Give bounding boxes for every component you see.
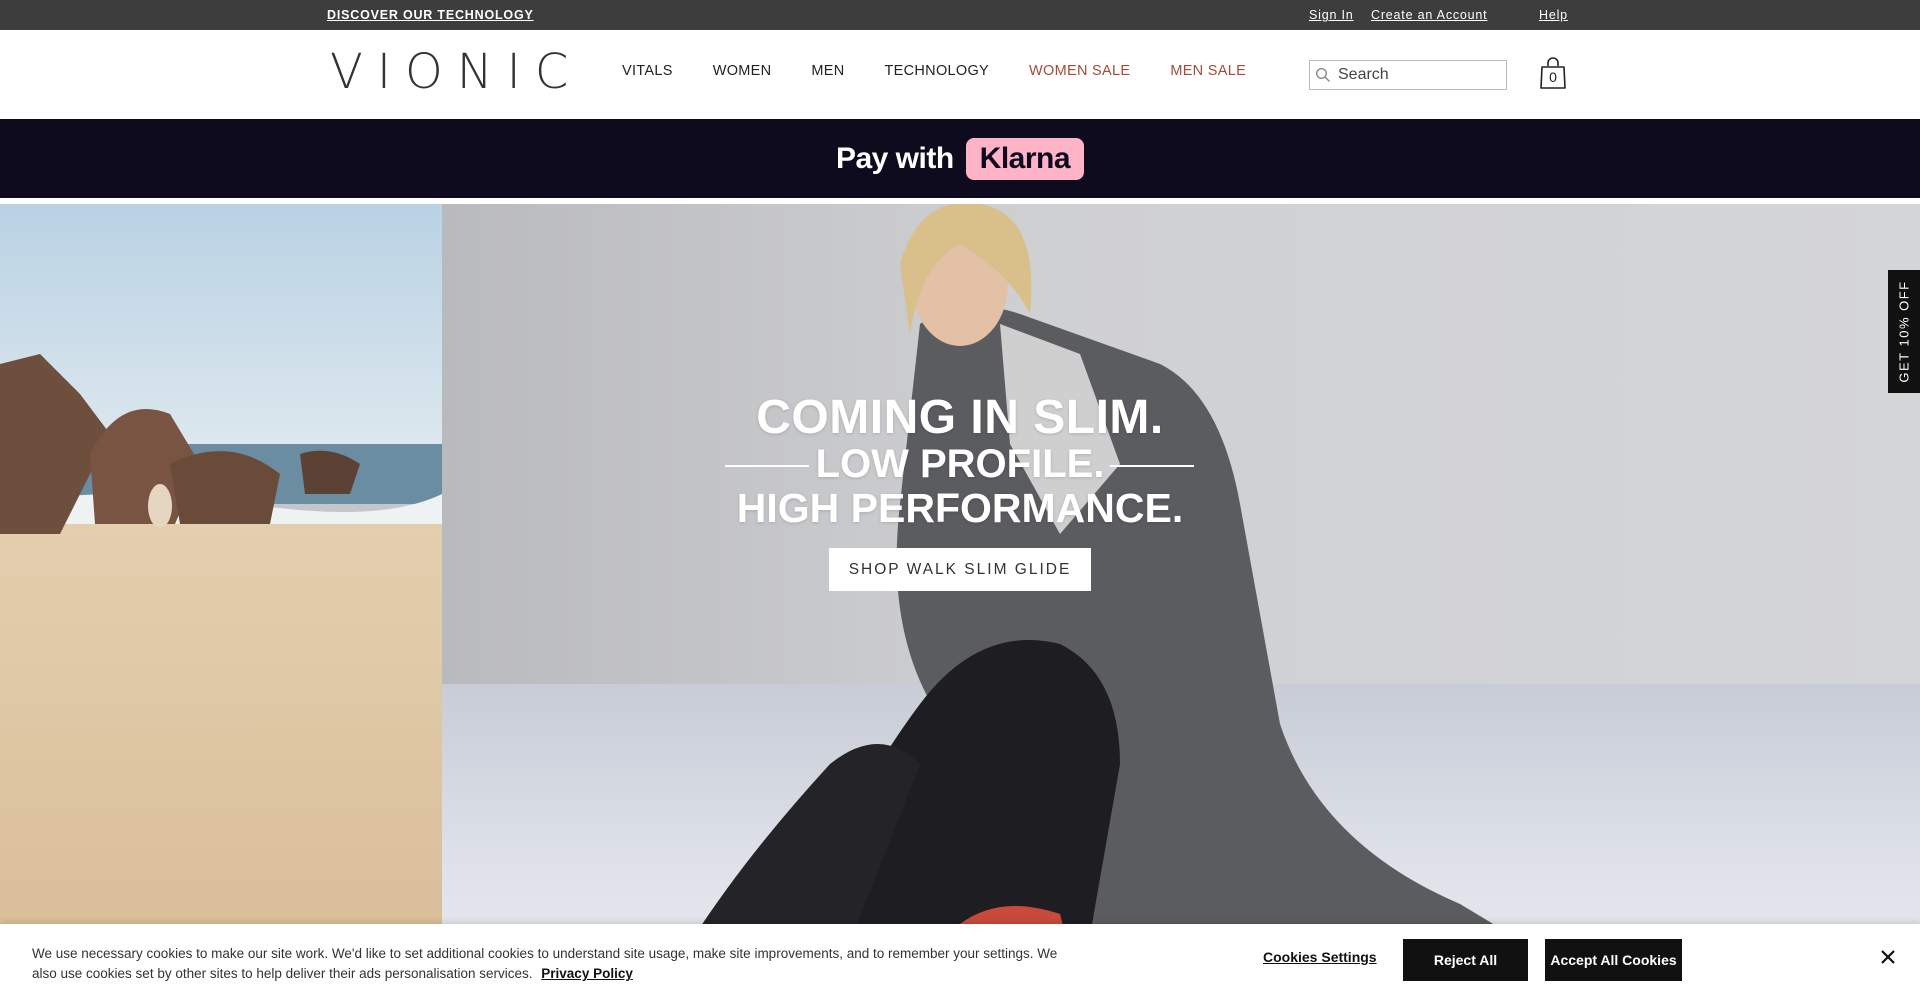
hero-line-2: LOW PROFILE. bbox=[815, 442, 1105, 486]
discover-technology-link[interactable]: DISCOVER OUR TECHNOLOGY bbox=[327, 8, 534, 22]
get-10-off-tab[interactable]: GET 10% OFF bbox=[1888, 270, 1920, 393]
get-10-off-label: GET 10% OFF bbox=[1896, 280, 1912, 383]
close-icon[interactable] bbox=[1877, 946, 1899, 968]
cart-button[interactable]: 0 bbox=[1539, 56, 1567, 90]
hero-headline: COMING IN SLIM. LOW PROFILE. HIGH PERFOR… bbox=[0, 394, 1920, 530]
hero-line-3: HIGH PERFORMANCE. bbox=[736, 485, 1184, 531]
search-input[interactable] bbox=[1336, 65, 1500, 85]
shop-walk-slim-glide-button[interactable]: SHOP WALK SLIM GLIDE bbox=[829, 548, 1091, 591]
cookies-settings-button[interactable]: Cookies Settings bbox=[1263, 949, 1377, 965]
nav-item-technology[interactable]: TECHNOLOGY bbox=[885, 63, 990, 79]
nav-item-men-sale[interactable]: MEN SALE bbox=[1170, 63, 1246, 79]
hero-rule-left bbox=[725, 465, 809, 467]
model-photo bbox=[660, 204, 1560, 993]
klarna-banner[interactable]: Pay with Klarna bbox=[0, 119, 1920, 198]
klarna-logo: Klarna bbox=[965, 137, 1085, 180]
sign-in-link[interactable]: Sign In bbox=[1309, 8, 1354, 22]
cart-count: 0 bbox=[1549, 69, 1557, 85]
site-header: VIONIC VITALS WOMEN MEN TECHNOLOGY WOMEN… bbox=[0, 30, 1920, 119]
nav-item-women-sale[interactable]: WOMEN SALE bbox=[1029, 63, 1130, 79]
reject-all-button[interactable]: Reject All bbox=[1403, 939, 1528, 981]
hero-line-1: COMING IN SLIM. bbox=[756, 391, 1164, 444]
cookie-banner: We use necessary cookies to make our sit… bbox=[0, 924, 1920, 993]
pay-with-text: Pay with bbox=[835, 141, 954, 175]
vionic-logo[interactable]: VIONIC bbox=[330, 44, 582, 100]
main-nav: VITALS WOMEN MEN TECHNOLOGY WOMEN SALE M… bbox=[622, 63, 1286, 79]
cookie-message: We use necessary cookies to make our sit… bbox=[32, 944, 1062, 984]
hero-rule-right bbox=[1110, 465, 1194, 467]
nav-item-men[interactable]: MEN bbox=[811, 63, 844, 79]
nav-item-vitals[interactable]: VITALS bbox=[622, 63, 673, 79]
hero-banner: COMING IN SLIM. LOW PROFILE. HIGH PERFOR… bbox=[0, 204, 1920, 993]
search-icon[interactable] bbox=[1310, 67, 1336, 83]
privacy-policy-link[interactable]: Privacy Policy bbox=[541, 966, 633, 981]
create-account-link[interactable]: Create an Account bbox=[1371, 8, 1487, 22]
help-link[interactable]: Help bbox=[1539, 8, 1568, 22]
utility-bar: DISCOVER OUR TECHNOLOGY Sign In Create a… bbox=[0, 0, 1920, 30]
nav-item-women[interactable]: WOMEN bbox=[713, 63, 772, 79]
accept-all-cookies-button[interactable]: Accept All Cookies bbox=[1545, 939, 1682, 981]
search-box bbox=[1309, 60, 1507, 90]
